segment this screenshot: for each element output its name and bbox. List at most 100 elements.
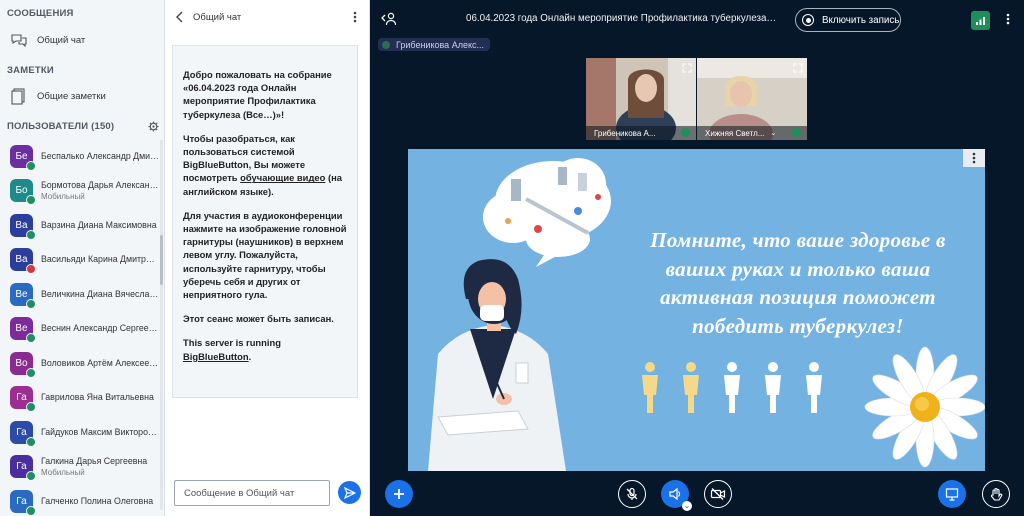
chat-title: Общий чат <box>193 11 242 23</box>
chat-message-input[interactable]: Сообщение в Общий чат <box>174 480 330 506</box>
record-icon <box>802 14 814 26</box>
bigbluebutton-link[interactable]: BigBlueButton <box>183 351 249 362</box>
sidebar-item-shared-notes[interactable]: Общие заметки <box>0 83 164 109</box>
user-list-item[interactable]: Га Гайдуков Максим Викторович <box>0 415 164 450</box>
user-name: Васильяди Карина Дмитриевна <box>41 254 159 265</box>
user-list-item[interactable]: Ва Васильяди Карина Дмитриевна <box>0 243 164 278</box>
gear-icon[interactable] <box>148 120 159 132</box>
messages-section-title: СООБЩЕНИЯ <box>7 8 74 19</box>
webcam-name: Грибеникова А... <box>594 128 656 138</box>
avatar-initials: Во <box>15 357 28 369</box>
user-list-sidebar: СООБЩЕНИЯ Общий чат ЗАМЕТКИ Общие заметк… <box>0 0 165 516</box>
welcome-p1c: »! <box>275 108 285 120</box>
chevron-left-icon[interactable] <box>175 11 185 23</box>
user-name: Беспалько Александр Дмитри... <box>41 150 159 161</box>
chevron-down-icon[interactable]: ⌄ <box>682 501 692 511</box>
user-name: Воловиков Артём Алексеевич <box>41 357 159 368</box>
user-list-item[interactable]: Бо Бормотова Дарья Александро... Мобильный <box>0 174 164 209</box>
webcam-tile[interactable]: Хижняя Светл... ⌄ <box>697 58 807 140</box>
minimize-presentation-button[interactable] <box>938 480 966 508</box>
avatar: Ва <box>10 248 36 275</box>
sidebar-item-public-chat[interactable]: Общий чат <box>0 27 164 53</box>
talking-mic-icon <box>382 40 390 49</box>
welcome-message: Добро пожаловать на собрание «06.04.2023… <box>172 45 358 398</box>
user-list-item[interactable]: Во Воловиков Артём Алексеевич <box>0 346 164 381</box>
start-recording-button[interactable]: Включить запись <box>795 8 901 32</box>
public-chat-label: Общий чат <box>37 34 86 46</box>
presentation-slide[interactable]: Помните, что ваше здоровье в ваших руках… <box>408 149 985 471</box>
hand-icon <box>991 487 1003 501</box>
mic-status-icon <box>26 436 36 447</box>
mic-status-icon <box>26 505 36 516</box>
send-icon <box>343 486 356 499</box>
avatar-initials: Бе <box>15 150 28 162</box>
mic-status-icon <box>26 471 36 482</box>
expand-icon[interactable] <box>682 63 692 73</box>
chevron-down-icon[interactable]: ⌄ <box>770 129 776 137</box>
user-name: Галкина Дарья Сергеевна <box>41 455 148 466</box>
user-device-label: Мобильный <box>41 467 85 477</box>
welcome-p5a: This server is running <box>183 337 281 349</box>
welcome-p5b: . <box>248 350 252 362</box>
notes-icon <box>11 88 25 105</box>
mic-status-icon <box>26 333 36 344</box>
avatar: Га <box>10 455 36 482</box>
users-scrollbar[interactable] <box>160 140 163 510</box>
user-list-item[interactable]: Га Галченко Полина Олеговна <box>0 484 164 516</box>
top-navigation-bar: 06.04.2023 года Онлайн мероприятие Профи… <box>370 0 1024 38</box>
mic-status-icon <box>26 402 36 413</box>
more-options-icon <box>972 152 976 164</box>
actions-button[interactable] <box>385 480 413 508</box>
recording-notice: Этот сеанс может быть записан. <box>183 313 334 325</box>
avatar-initials: Га <box>16 426 27 438</box>
more-options-icon[interactable] <box>1006 13 1010 25</box>
user-list: Бе Беспалько Александр Дмитри... Бо Бормото… <box>0 139 164 516</box>
user-list-item[interactable]: Ве Величкина Диана Вячеславовна <box>0 277 164 312</box>
avatar-initials: Ва <box>15 219 28 231</box>
meeting-name: 06.04.2023 года Онлайн мероприятие Профи… <box>183 82 316 120</box>
signal-bars-icon <box>976 17 985 25</box>
avatar-initials: Га <box>16 461 27 473</box>
user-list-item[interactable]: Ва Варзина Диана Максимовна <box>0 208 164 243</box>
user-name: Варзина Диана Максимовна <box>41 219 157 230</box>
presentation-area: 06.04.2023 года Онлайн мероприятие Профи… <box>370 0 1024 516</box>
mic-status-icon <box>26 229 36 240</box>
user-name: Веснин Александр Сергеевич <box>41 323 159 334</box>
user-list-item[interactable]: Га Галкина Дарья Сергеевна Мобильный <box>0 450 164 485</box>
avatar-initials: Га <box>16 495 27 507</box>
avatar: Ве <box>10 282 36 309</box>
speaker-icon <box>669 487 681 501</box>
chat-panel: Общий чат Добро пожаловать на собрание «… <box>165 0 370 516</box>
user-list-item[interactable]: Бе Беспалько Александр Дмитри... <box>0 139 164 174</box>
avatar-initials: Ва <box>15 254 28 266</box>
more-options-icon[interactable] <box>353 11 357 23</box>
audio-button[interactable]: ⌄ <box>661 480 692 511</box>
record-label: Включить запись <box>822 14 900 26</box>
raise-hand-button[interactable] <box>982 480 1010 508</box>
user-list-item[interactable]: Га Гаврилова Яна Витальевна <box>0 381 164 416</box>
send-message-button[interactable] <box>338 481 361 504</box>
tutorial-video-link[interactable]: обучающие видео <box>240 172 325 183</box>
camera-off-icon <box>710 488 726 500</box>
connection-status-button[interactable] <box>971 11 990 30</box>
user-name: Бормотова Дарья Александро... <box>41 179 159 190</box>
expand-icon[interactable] <box>793 63 803 73</box>
mic-active-icon <box>681 128 690 137</box>
microphone-off-icon <box>626 487 638 500</box>
presenter-name: Грибеникова Алекс... <box>396 39 484 50</box>
presentation-icon <box>945 488 959 501</box>
users-toggle-icon[interactable] <box>380 12 396 26</box>
mute-microphone-button[interactable] <box>618 480 646 508</box>
user-name: Гайдуков Максим Викторович <box>41 426 159 437</box>
avatar-initials: Ве <box>15 288 28 300</box>
avatar-initials: Бо <box>15 185 28 197</box>
shared-notes-label: Общие заметки <box>37 90 106 102</box>
mic-status-icon <box>26 264 36 275</box>
webcam-tile[interactable]: Грибеникова А... <box>586 58 696 140</box>
presentation-options-button[interactable] <box>963 149 985 167</box>
chat-bubbles-icon <box>11 34 27 47</box>
user-list-item[interactable]: Ве Веснин Александр Сергеевич <box>0 312 164 347</box>
share-webcam-button[interactable] <box>704 480 732 508</box>
mic-status-icon <box>26 298 36 309</box>
avatar: Ва <box>10 213 36 240</box>
